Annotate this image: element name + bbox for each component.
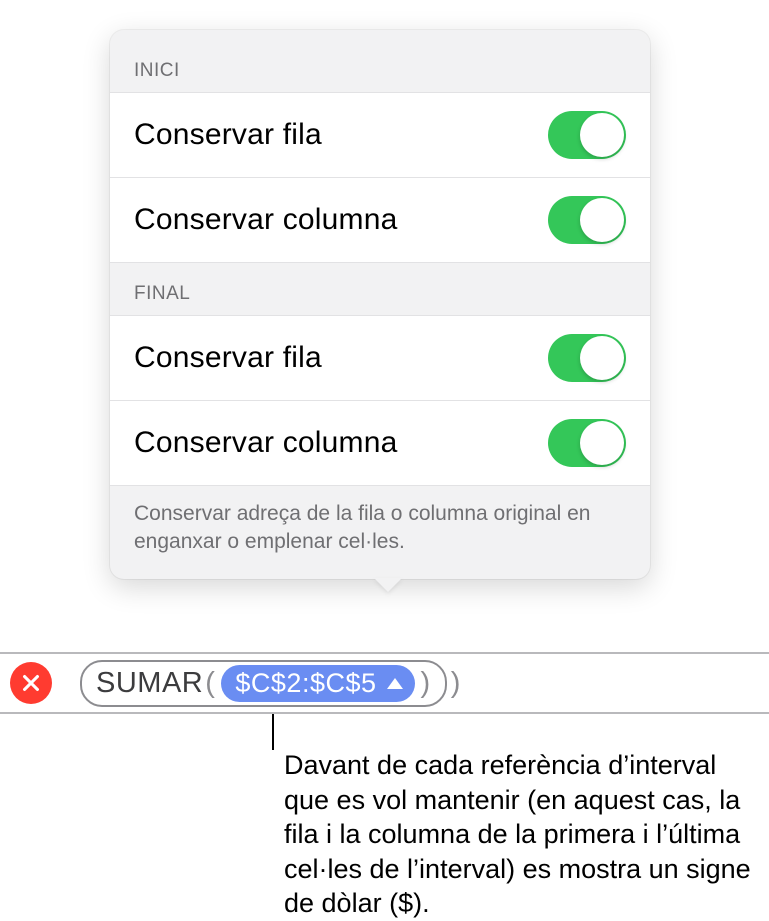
row-label: Conservar fila bbox=[134, 118, 322, 152]
row-label: Conservar fila bbox=[134, 341, 322, 375]
popover-tail bbox=[374, 578, 402, 592]
open-paren: ( bbox=[205, 667, 215, 700]
toggle-preserve-row-start[interactable] bbox=[548, 111, 626, 159]
formula-bar[interactable]: SUMAR ( $C$2:$C$5 ) ) bbox=[0, 652, 769, 714]
preserve-row-end: Conservar fila bbox=[110, 315, 650, 400]
reference-options-popover: INICI Conservar fila Conservar columna F… bbox=[110, 30, 650, 579]
triangle-up-icon bbox=[387, 678, 403, 689]
row-label: Conservar columna bbox=[134, 426, 398, 460]
section-header-end: FINAL bbox=[110, 263, 650, 315]
toggle-preserve-column-start[interactable] bbox=[548, 196, 626, 244]
callout-text: Davant de cada referència d’interval que… bbox=[284, 748, 762, 921]
function-pill[interactable]: SUMAR ( $C$2:$C$5 ) bbox=[80, 660, 447, 707]
preserve-row-start: Conservar fila bbox=[110, 92, 650, 177]
toggle-preserve-column-end[interactable] bbox=[548, 419, 626, 467]
function-name: SUMAR bbox=[96, 667, 203, 700]
popover-hint-text: Conservar adreça de la fila o columna or… bbox=[110, 486, 650, 579]
reference-token[interactable]: $C$2:$C$5 bbox=[221, 665, 414, 702]
row-label: Conservar columna bbox=[134, 203, 398, 237]
reference-text: $C$2:$C$5 bbox=[235, 668, 376, 699]
callout-leader-line bbox=[272, 714, 274, 750]
preserve-column-start: Conservar columna bbox=[110, 177, 650, 263]
cancel-button[interactable] bbox=[10, 662, 52, 704]
preserve-column-end: Conservar columna bbox=[110, 400, 650, 486]
close-paren: ) bbox=[421, 667, 431, 700]
section-header-start: INICI bbox=[110, 40, 650, 92]
trailing-paren: ) bbox=[451, 667, 461, 700]
toggle-preserve-row-end[interactable] bbox=[548, 334, 626, 382]
close-icon bbox=[20, 672, 42, 694]
